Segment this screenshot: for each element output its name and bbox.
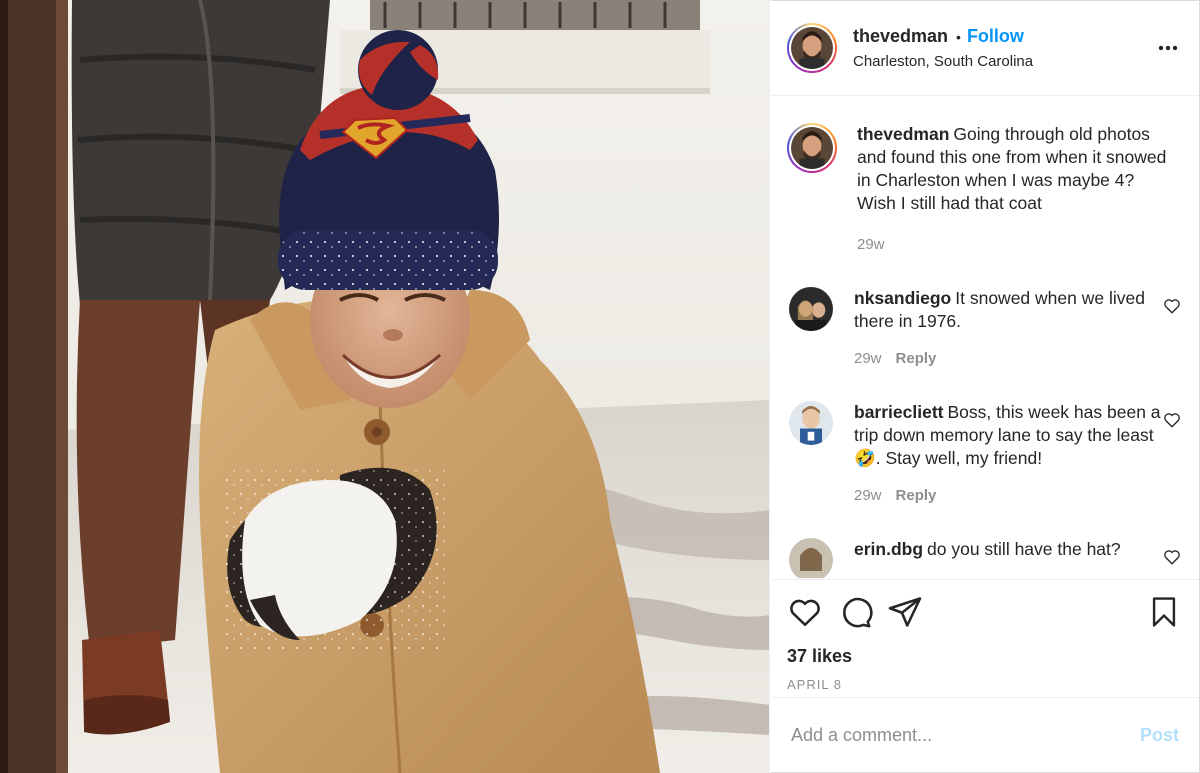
post-actions: 37 likes APRIL 8	[771, 579, 1199, 699]
comment-bubble-icon[interactable]	[837, 594, 873, 630]
comment-like-heart-icon[interactable]	[1163, 411, 1181, 429]
separator-dot: •	[956, 28, 961, 45]
commenter-avatar[interactable]	[789, 287, 833, 331]
comment-form: Post	[771, 697, 1199, 772]
comment-meta: 29w Reply	[854, 347, 1164, 370]
post-caption: thevedman Going through old photos and fo…	[787, 123, 1183, 256]
comment-text-block: nksandiego It snowed when we lived there …	[854, 287, 1164, 333]
post-header: thevedman • Follow Charleston, South Car…	[771, 1, 1199, 96]
post-location[interactable]: Charleston, South Carolina	[853, 53, 1033, 70]
caption-text-block: thevedman Going through old photos and fo…	[857, 123, 1167, 215]
header-top: thevedman • Follow	[853, 26, 1033, 47]
paper-plane-icon[interactable]	[887, 594, 923, 630]
caption-meta: 29w	[857, 233, 1167, 256]
caption-username[interactable]: thevedman	[857, 124, 949, 144]
comment-username[interactable]: erin.dbg	[854, 539, 923, 559]
commenter-avatar[interactable]	[789, 401, 833, 445]
comment-item: nksandiego It snowed when we lived there …	[787, 287, 1183, 370]
comment-meta: 29w Reply	[854, 484, 1164, 507]
post-photo[interactable]	[0, 0, 770, 773]
author-avatar[interactable]	[787, 23, 837, 73]
post-photo-image	[0, 0, 769, 773]
comment-body: nksandiego It snowed when we lived there …	[854, 287, 1164, 370]
bookmark-icon[interactable]	[1147, 594, 1181, 630]
comment-body: erin.dbg do you still have the hat?	[854, 538, 1164, 578]
comment-age[interactable]: 29w	[854, 484, 882, 507]
comment-like-heart-icon[interactable]	[1163, 297, 1181, 315]
heart-icon[interactable]	[787, 594, 823, 630]
action-bar	[787, 580, 1183, 644]
post-date[interactable]: APRIL 8	[787, 677, 1183, 692]
commenter-avatar[interactable]	[789, 538, 833, 578]
more-horizontal-icon[interactable]	[1157, 41, 1179, 55]
reply-button[interactable]: Reply	[896, 484, 937, 507]
caption-avatar-image	[791, 127, 833, 169]
caption-body: thevedman Going through old photos and fo…	[857, 123, 1167, 256]
caption-age[interactable]: 29w	[857, 233, 885, 256]
header-text: thevedman • Follow Charleston, South Car…	[853, 26, 1033, 70]
comment-username[interactable]: barriecliett	[854, 402, 943, 422]
comment-age[interactable]: 29w	[854, 347, 882, 370]
comment-item: erin.dbg do you still have the hat?	[787, 538, 1183, 578]
post-comment-button[interactable]: Post	[1140, 725, 1179, 746]
comment-body: barriecliett Boss, this week has been a t…	[854, 401, 1164, 507]
post-details-panel: thevedman • Follow Charleston, South Car…	[771, 0, 1200, 773]
comment-input[interactable]	[791, 724, 1140, 746]
comment-like-heart-icon[interactable]	[1163, 548, 1181, 566]
author-avatar-image	[791, 27, 833, 69]
likes-count[interactable]: 37 likes	[787, 646, 1183, 667]
author-username[interactable]: thevedman	[853, 26, 948, 47]
comment-text-block: erin.dbg do you still have the hat?	[854, 538, 1164, 561]
comment-item: barriecliett Boss, this week has been a t…	[787, 401, 1183, 507]
comments-list[interactable]: thevedman Going through old photos and fo…	[771, 97, 1199, 578]
comment-text: do you still have the hat?	[927, 539, 1121, 559]
follow-button[interactable]: Follow	[967, 26, 1024, 47]
caption-avatar[interactable]	[787, 123, 837, 173]
comment-username[interactable]: nksandiego	[854, 288, 951, 308]
reply-button[interactable]: Reply	[896, 347, 937, 370]
comment-text-block: barriecliett Boss, this week has been a t…	[854, 401, 1164, 470]
